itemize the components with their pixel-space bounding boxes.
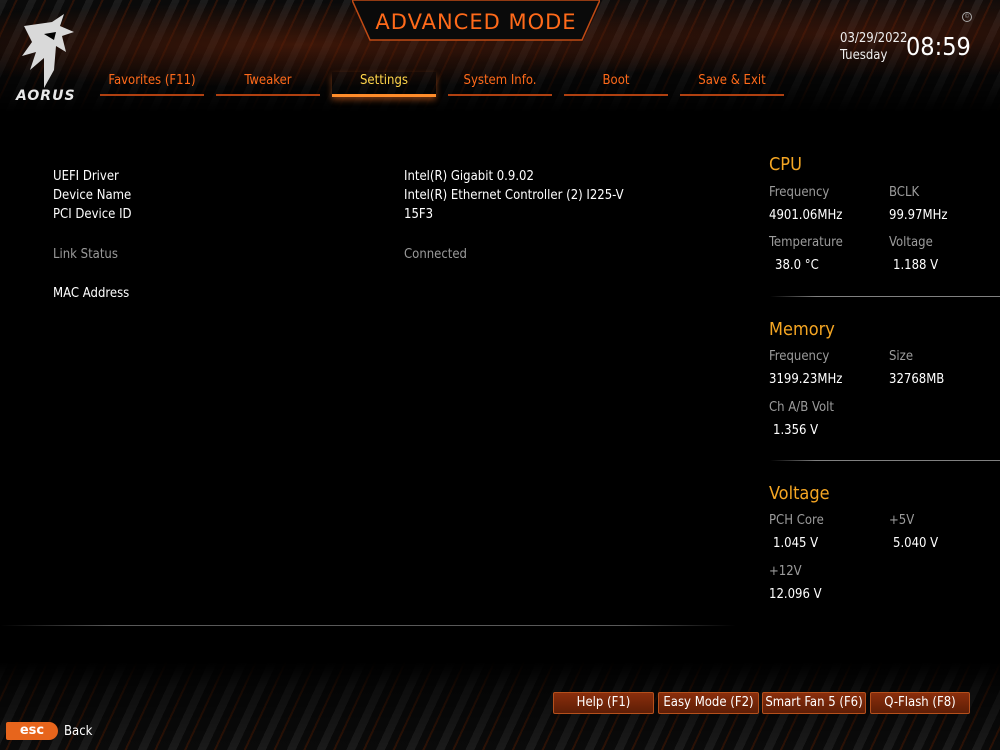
tab-save-exit[interactable]: Save & Exit — [680, 72, 784, 96]
back-label[interactable]: Back — [64, 724, 92, 739]
memory-ch-volt-label: Ch A/B Volt — [769, 400, 834, 415]
plus5v-value: 5.040 V — [893, 536, 939, 551]
cpu-bclk-value: 99.97MHz — [889, 208, 948, 223]
plus5v-label: +5V — [889, 513, 915, 528]
day-display: Tuesday — [840, 48, 888, 63]
uefi-driver-value: Intel(R) Gigabit 0.9.02 — [404, 169, 534, 184]
link-status-value: Connected — [404, 247, 467, 262]
tab-boot[interactable]: Boot — [564, 72, 668, 96]
memory-frequency-value: 3199.23MHz — [769, 372, 843, 387]
qflash-button[interactable]: Q-Flash (F8) — [870, 692, 970, 714]
cpu-frequency-value: 4901.06MHz — [769, 208, 843, 223]
pci-device-id-value: 15F3 — [404, 207, 434, 222]
help-button[interactable]: Help (F1) — [553, 692, 654, 714]
tab-settings[interactable]: Settings — [332, 72, 436, 97]
mac-address-label[interactable]: MAC Address — [53, 286, 129, 301]
memory-size-value: 32768MB — [889, 372, 945, 387]
pci-device-id-label: PCI Device ID — [53, 207, 132, 222]
plus12v-value: 12.096 V — [769, 587, 822, 602]
cpu-temperature-label: Temperature — [769, 235, 843, 250]
tab-tweaker[interactable]: Tweaker — [216, 72, 320, 96]
cpu-frequency-label: Frequency — [769, 185, 830, 200]
memory-panel-title: Memory — [769, 319, 835, 340]
aorus-logo-text: AORUS — [16, 88, 76, 104]
cpu-voltage-label: Voltage — [889, 235, 933, 250]
cpu-temperature-value: 38.0 °C — [775, 258, 819, 273]
smart-fan-button[interactable]: Smart Fan 5 (F6) — [762, 692, 866, 714]
memory-frequency-label: Frequency — [769, 349, 830, 364]
clock-display: 08:59 — [906, 32, 971, 61]
link-status-label: Link Status — [53, 247, 118, 262]
date-display: 03/29/2022 — [840, 31, 908, 46]
device-name-value: Intel(R) Ethernet Controller (2) I225-V — [404, 188, 624, 203]
memory-ch-volt-value: 1.356 V — [773, 423, 819, 438]
esc-button[interactable]: esc — [6, 722, 58, 740]
copyright-icon: © — [962, 12, 972, 22]
pch-core-label: PCH Core — [769, 513, 824, 528]
cpu-panel-title: CPU — [769, 154, 802, 175]
tab-favorites[interactable]: Favorites (F11) — [100, 72, 204, 96]
uefi-driver-label: UEFI Driver — [53, 169, 119, 184]
easy-mode-button[interactable]: Easy Mode (F2) — [658, 692, 759, 714]
cpu-voltage-value: 1.188 V — [893, 258, 939, 273]
pch-core-value: 1.045 V — [773, 536, 819, 551]
memory-size-label: Size — [889, 349, 914, 364]
mode-title: ADVANCED MODE — [375, 10, 577, 34]
device-name-label: Device Name — [53, 188, 132, 203]
memory-panel-separator — [770, 460, 1000, 461]
cpu-panel-separator — [770, 296, 1000, 297]
content-divider — [0, 625, 736, 626]
tab-system-info[interactable]: System Info. — [448, 72, 552, 96]
plus12v-label: +12V — [769, 564, 802, 579]
cpu-bclk-label: BCLK — [889, 185, 920, 200]
voltage-panel-title: Voltage — [769, 483, 830, 504]
